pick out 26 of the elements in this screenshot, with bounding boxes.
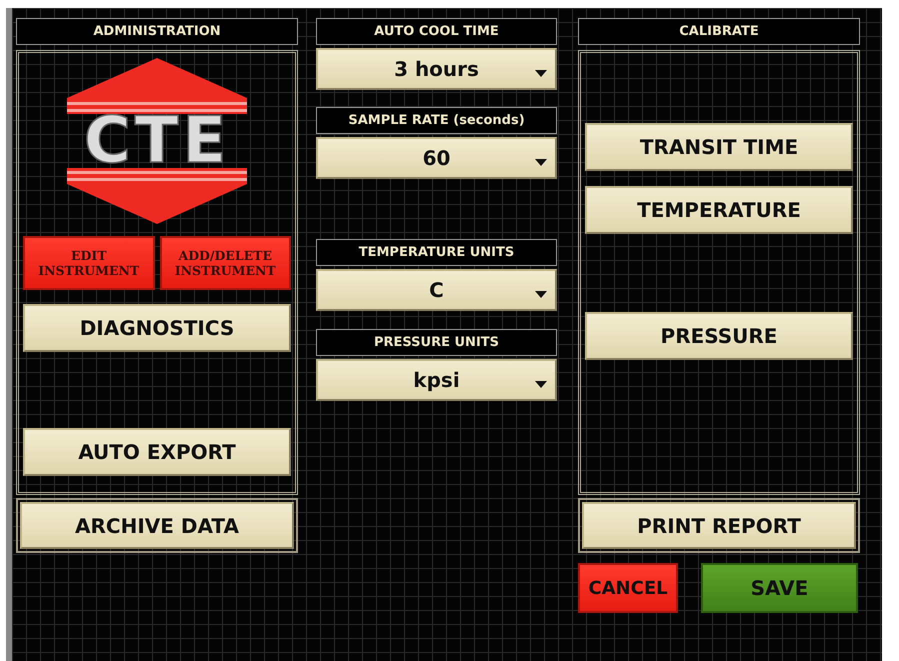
dropdown[interactable]: 3 hours bbox=[316, 48, 557, 90]
menu-button[interactable]: AUTO EXPORT bbox=[23, 428, 291, 476]
logo-text: CTE bbox=[84, 104, 230, 178]
caret-icon bbox=[535, 70, 547, 77]
archive-data-button[interactable]: ARCHIVE DATA bbox=[20, 502, 294, 549]
dropdown[interactable]: 60 bbox=[316, 137, 557, 179]
instrument-button[interactable]: EDIT INSTRUMENT bbox=[23, 236, 154, 290]
calibrate-button[interactable]: TRANSIT TIME bbox=[585, 123, 853, 171]
calibrate-button[interactable]: TEMPERATURE bbox=[585, 186, 853, 234]
dropdown[interactable]: kpsi bbox=[316, 359, 557, 401]
dropdown[interactable]: C bbox=[316, 269, 557, 311]
caret-icon bbox=[535, 291, 547, 298]
field-label: TEMPERATURE UNITS bbox=[316, 239, 557, 266]
save-button[interactable]: SAVE bbox=[701, 563, 858, 613]
section-title: CALIBRATE bbox=[578, 18, 860, 45]
field-label: SAMPLE RATE (seconds) bbox=[316, 107, 557, 134]
section-title: ADMINISTRATION bbox=[16, 18, 298, 45]
field-label: AUTO COOL TIME bbox=[316, 18, 557, 45]
menu-button[interactable]: DIAGNOSTICS bbox=[23, 304, 291, 352]
field-label: PRESSURE UNITS bbox=[316, 329, 557, 356]
print-report-button[interactable]: PRINT REPORT bbox=[582, 502, 856, 549]
caret-icon bbox=[535, 381, 547, 388]
instrument-button[interactable]: ADD/DELETE INSTRUMENT bbox=[160, 236, 291, 290]
caret-icon bbox=[535, 159, 547, 166]
calibrate-button[interactable]: PRESSURE bbox=[585, 312, 853, 360]
cancel-button[interactable]: CANCEL bbox=[578, 563, 678, 613]
